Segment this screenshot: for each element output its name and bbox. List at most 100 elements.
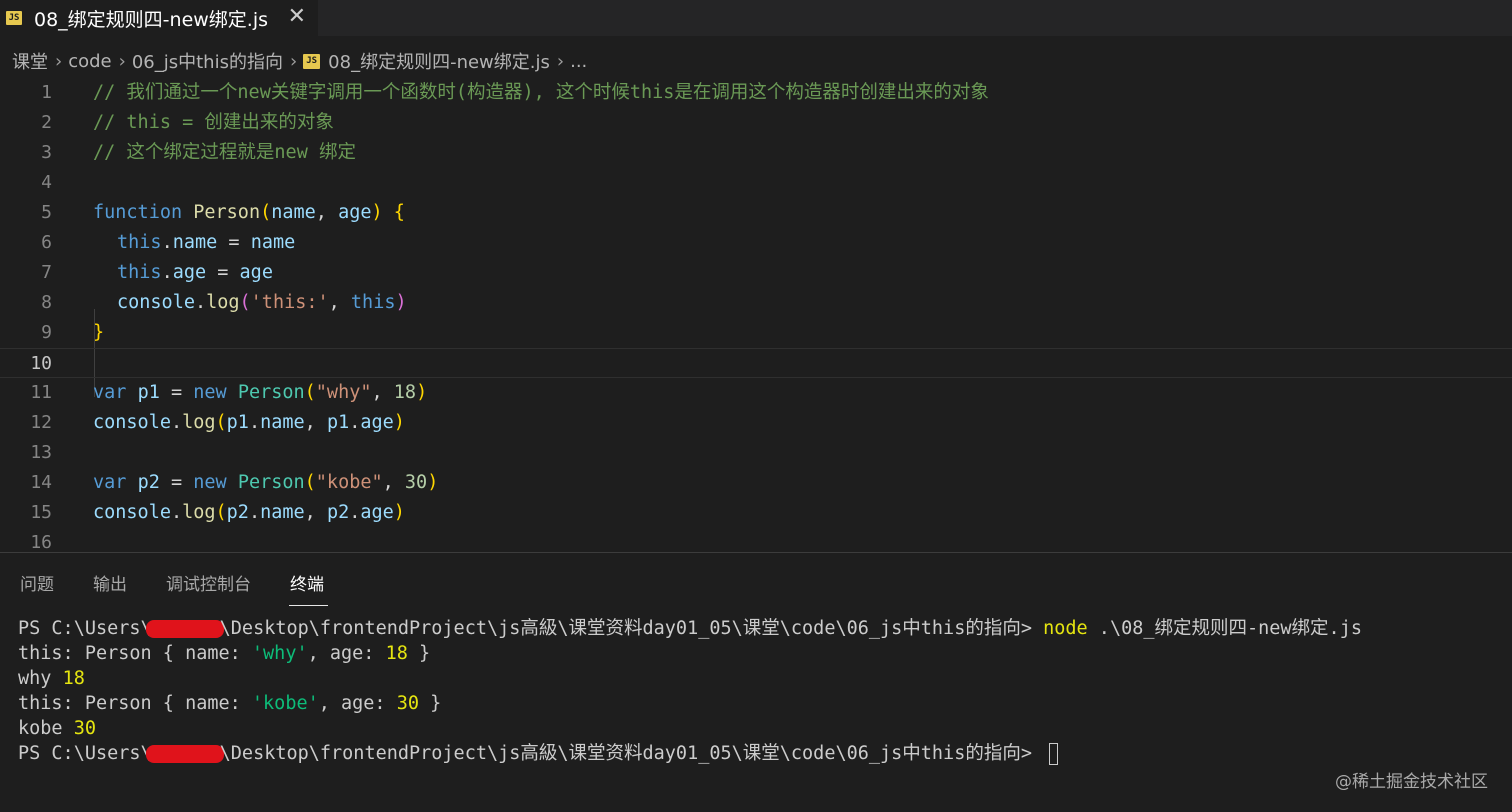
breadcrumb-item-file[interactable]: 08_绑定规则四-new绑定.js [328, 48, 550, 74]
code-line[interactable]: 15 console.log(p2.name, p2.age) [0, 498, 1512, 528]
param: name [271, 202, 316, 223]
code-text: console.log('this:', this) [117, 288, 407, 318]
code-line[interactable]: 5 function Person(name, age) { [0, 198, 1512, 228]
keyword: this [350, 292, 396, 313]
variable: p2 [326, 502, 350, 523]
variable: p2 [226, 502, 249, 523]
class-name: Person [237, 382, 305, 403]
bottom-panel: 问题 输出 调试控制台 终端 PS C:\Users\ \Desktop\fron… [0, 552, 1512, 812]
code-line[interactable]: 14 var p2 = new Person("kobe", 30) [0, 468, 1512, 498]
punct: , [304, 412, 327, 433]
breadcrumb-item-code[interactable]: code [68, 51, 111, 72]
output-number: 18 [62, 668, 85, 689]
chevron-right-icon: › [118, 50, 126, 72]
punct: , [304, 502, 327, 523]
breadcrumb-item-folder[interactable]: 课堂 [12, 48, 48, 74]
keyword: var [93, 382, 127, 403]
bracket: ) [427, 472, 439, 493]
watermark: @稀土掘金技术社区 [1335, 772, 1488, 792]
bracket: ) [393, 412, 405, 433]
active-tab-indicator [289, 605, 328, 606]
punct: . [161, 232, 173, 253]
chevron-right-icon: › [289, 50, 298, 72]
terminal-prompt-line[interactable]: PS C:\Users\ \Desktop\frontendProject\js高… [18, 741, 1059, 766]
terminal-command-line[interactable]: PS C:\Users\ \Desktop\frontendProject\js高… [18, 616, 1362, 641]
code-line[interactable]: 8 console.log('this:', this) [0, 288, 1512, 318]
breadcrumb: 课堂 › code › 06_js中this的指向 › JS 08_绑定规则四-… [0, 44, 1512, 78]
variable: p1 [137, 382, 160, 403]
code-line[interactable]: 1 // 我们通过一个new关键字调用一个函数时(构造器), 这个时候this是… [0, 78, 1512, 108]
tab-debug-console[interactable]: 调试控制台 [166, 570, 251, 595]
code-line[interactable]: 11 var p1 = new Person("why", 18) [0, 378, 1512, 408]
code-line[interactable]: 12 console.log(p1.name, p1.age) [0, 408, 1512, 438]
line-number: 2 [41, 112, 52, 133]
terminal-prompt: \Desktop\frontendProject\js高級\课堂资料day01_… [219, 618, 1044, 639]
punct: . [161, 262, 173, 283]
string: 'this:' [250, 292, 329, 313]
method: log [182, 412, 216, 433]
code-line[interactable]: 3 // 这个绑定过程就是new 绑定 [0, 138, 1512, 168]
code-comment: // 这个绑定过程就是new 绑定 [93, 142, 356, 163]
output-text: this: Person { name: [18, 693, 252, 714]
punct: . [248, 412, 261, 433]
code-line[interactable]: 16 [0, 528, 1512, 550]
code-line[interactable]: 7 this.age = age [0, 258, 1512, 288]
terminal-prompt: \Desktop\frontendProject\js高級\课堂资料day01_… [219, 743, 1044, 764]
chevron-right-icon: › [55, 50, 63, 72]
close-icon[interactable]: ✕ [288, 4, 306, 29]
code-text: this.age = age [117, 258, 273, 288]
editor-tab-active[interactable]: JS 08_绑定规则四-new绑定.js ✕ [0, 0, 318, 36]
object: console [93, 502, 171, 523]
terminal-cursor [1049, 743, 1059, 765]
code-line[interactable]: 6 this.name = name [0, 228, 1512, 258]
punct: . [349, 412, 361, 433]
output-text: this: Person { name: [18, 643, 252, 664]
line-number: 4 [41, 172, 52, 193]
class-name: Person [237, 472, 305, 493]
property: name [260, 502, 305, 523]
code-line-current[interactable]: 10 [0, 348, 1512, 378]
output-text: } [418, 693, 442, 714]
method: log [182, 502, 216, 523]
bracket: { [393, 202, 405, 223]
terminal-output-line: kobe 30 [18, 716, 96, 741]
variable: age [239, 262, 273, 283]
variable: p1 [326, 412, 350, 433]
tab-problems[interactable]: 问题 [20, 570, 54, 595]
code-editor[interactable]: 1 // 我们通过一个new关键字调用一个函数时(构造器), 这个时候this是… [0, 78, 1512, 550]
punct: . [248, 502, 261, 523]
operator: = [159, 472, 194, 493]
line-number: 16 [30, 532, 52, 550]
number: 30 [404, 472, 428, 493]
terminal-command-arg: .\08_绑定规则四-new绑定.js [1087, 618, 1362, 639]
breadcrumb-item-symbols[interactable]: ... [570, 51, 587, 72]
method: log [206, 292, 240, 313]
code-line[interactable]: 9 } [0, 318, 1512, 348]
tab-terminal[interactable]: 终端 [290, 570, 324, 595]
bracket: ( [239, 292, 251, 313]
output-string: 'kobe' [251, 693, 319, 714]
keyword: this [117, 232, 162, 253]
line-number: 11 [30, 382, 52, 403]
terminal-prompt: PS C:\Users\ [18, 618, 152, 639]
terminal-command: node [1043, 618, 1088, 639]
tab-output[interactable]: 输出 [93, 570, 127, 595]
code-line[interactable]: 13 [0, 438, 1512, 468]
line-number: 1 [41, 82, 52, 103]
code-text: console.log(p2.name, p2.age) [93, 498, 405, 528]
keyword: var [93, 472, 127, 493]
punct: , [315, 202, 339, 223]
code-line[interactable]: 4 [0, 168, 1512, 198]
output-text: } [407, 643, 431, 664]
punct: . [170, 412, 183, 433]
code-text: } [93, 322, 105, 343]
keyword: new [193, 382, 227, 403]
breadcrumb-item-chapter[interactable]: 06_js中this的指向 [132, 48, 283, 74]
terminal-output-line: this: Person { name: 'why', age: 18 } [18, 641, 430, 666]
code-text: console.log(p1.name, p1.age) [93, 408, 405, 438]
code-line[interactable]: 2 // this = 创建出来的对象 [0, 108, 1512, 138]
object: console [117, 292, 195, 313]
punct: . [349, 502, 361, 523]
operator: = [159, 382, 194, 403]
